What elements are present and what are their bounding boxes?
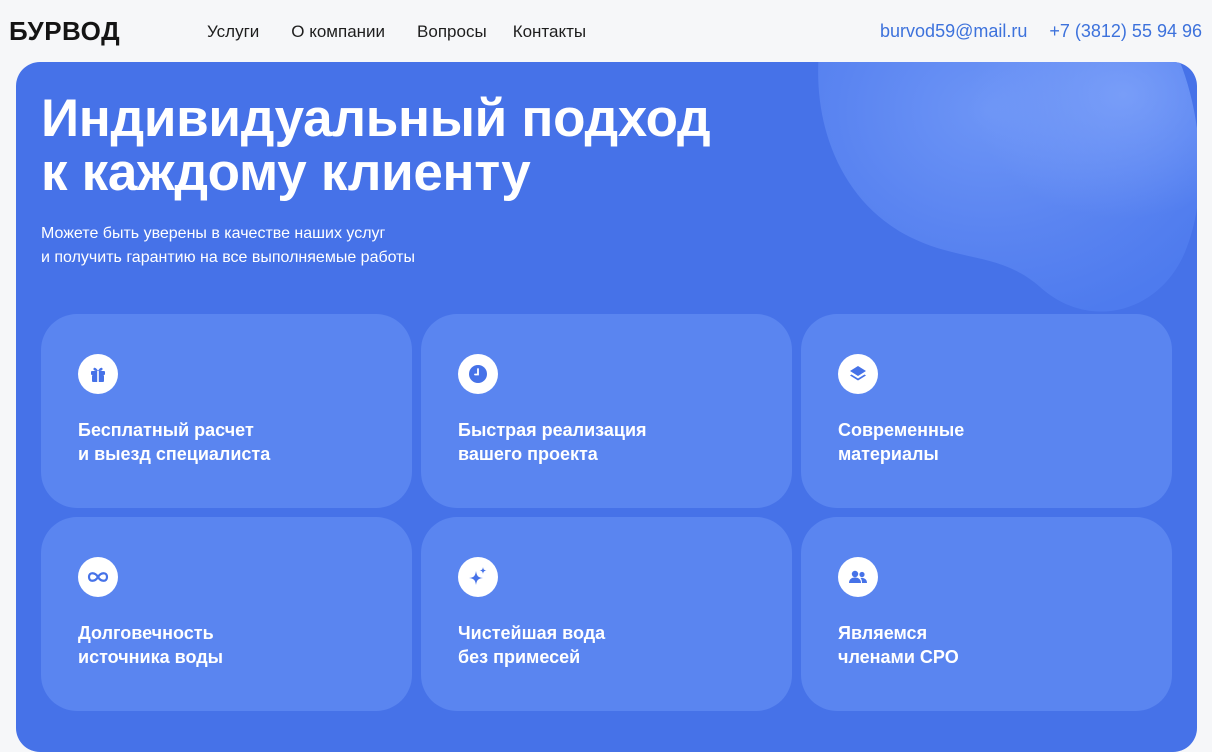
hero-subtitle-line-2: и получить гарантию на все выполняемые р…	[41, 249, 416, 266]
email-link[interactable]: burvod59@mail.ru	[880, 21, 1027, 42]
feature-label: Быстрая реализация вашего проекта	[458, 418, 647, 466]
feature-label: Современные материалы	[838, 418, 964, 466]
hero-title-line-1: Индивидуальный подход	[41, 89, 711, 148]
hero-title-line-2: к каждому клиенту	[41, 143, 531, 202]
feature-card-modern-materials: Современные материалы	[801, 314, 1172, 508]
phone-link[interactable]: +7 (3812) 55 94 96	[1049, 21, 1202, 42]
sparkle-icon	[458, 557, 498, 597]
hero-subtitle-line-1: Можете быть уверены в качестве наших усл…	[41, 225, 386, 242]
feature-label-line-1: Современные	[838, 420, 965, 440]
nav-item-faq[interactable]: Вопросы	[417, 22, 487, 42]
clock-icon	[458, 354, 498, 394]
hero-subtitle: Можете быть уверены в качестве наших усл…	[41, 222, 415, 270]
feature-label-line-1: Являемся	[838, 623, 928, 643]
feature-card-sro-member: Являемся членами СРО	[801, 517, 1172, 711]
hero-section: Индивидуальный подход к каждому клиенту …	[16, 62, 1197, 752]
layers-icon	[838, 354, 878, 394]
feature-label-line-1: Быстрая реализация	[458, 420, 647, 440]
feature-label-line-2: вашего проекта	[458, 444, 598, 464]
feature-label-line-1: Бесплатный расчет	[78, 420, 254, 440]
nav-item-about[interactable]: О компании	[291, 22, 385, 42]
feature-label: Бесплатный расчет и выезд специалиста	[78, 418, 270, 466]
main-nav: Услуги О компании Вопросы Контакты	[207, 22, 618, 42]
people-icon	[838, 557, 878, 597]
feature-label-line-1: Чистейшая вода	[458, 623, 606, 643]
decorative-blob	[818, 62, 1197, 312]
feature-label: Являемся членами СРО	[838, 621, 959, 669]
gift-icon	[78, 354, 118, 394]
hero-title: Индивидуальный подход к каждому клиенту	[41, 89, 711, 202]
feature-label-line-2: и выезд специалиста	[78, 444, 271, 464]
feature-card-fast-delivery: Быстрая реализация вашего проекта	[421, 314, 792, 508]
feature-label-line-2: без примесей	[458, 647, 581, 667]
site-header: БУРВОД Услуги О компании Вопросы Контакт…	[0, 0, 1212, 66]
feature-label: Долговечность источника воды	[78, 621, 223, 669]
nav-item-contacts[interactable]: Контакты	[513, 22, 586, 42]
logo[interactable]: БУРВОД	[9, 16, 120, 47]
feature-card-clean-water: Чистейшая вода без примесей	[421, 517, 792, 711]
header-contacts: burvod59@mail.ru +7 (3812) 55 94 96	[880, 21, 1202, 42]
feature-card-durability: Долговечность источника воды	[41, 517, 412, 711]
feature-label: Чистейшая вода без примесей	[458, 621, 605, 669]
feature-card-free-estimate: Бесплатный расчет и выезд специалиста	[41, 314, 412, 508]
feature-label-line-2: материалы	[838, 444, 939, 464]
feature-label-line-2: членами СРО	[838, 647, 959, 667]
infinity-icon	[78, 557, 118, 597]
feature-label-line-1: Долговечность	[78, 623, 214, 643]
nav-item-services[interactable]: Услуги	[207, 22, 259, 42]
feature-label-line-2: источника воды	[78, 647, 223, 667]
